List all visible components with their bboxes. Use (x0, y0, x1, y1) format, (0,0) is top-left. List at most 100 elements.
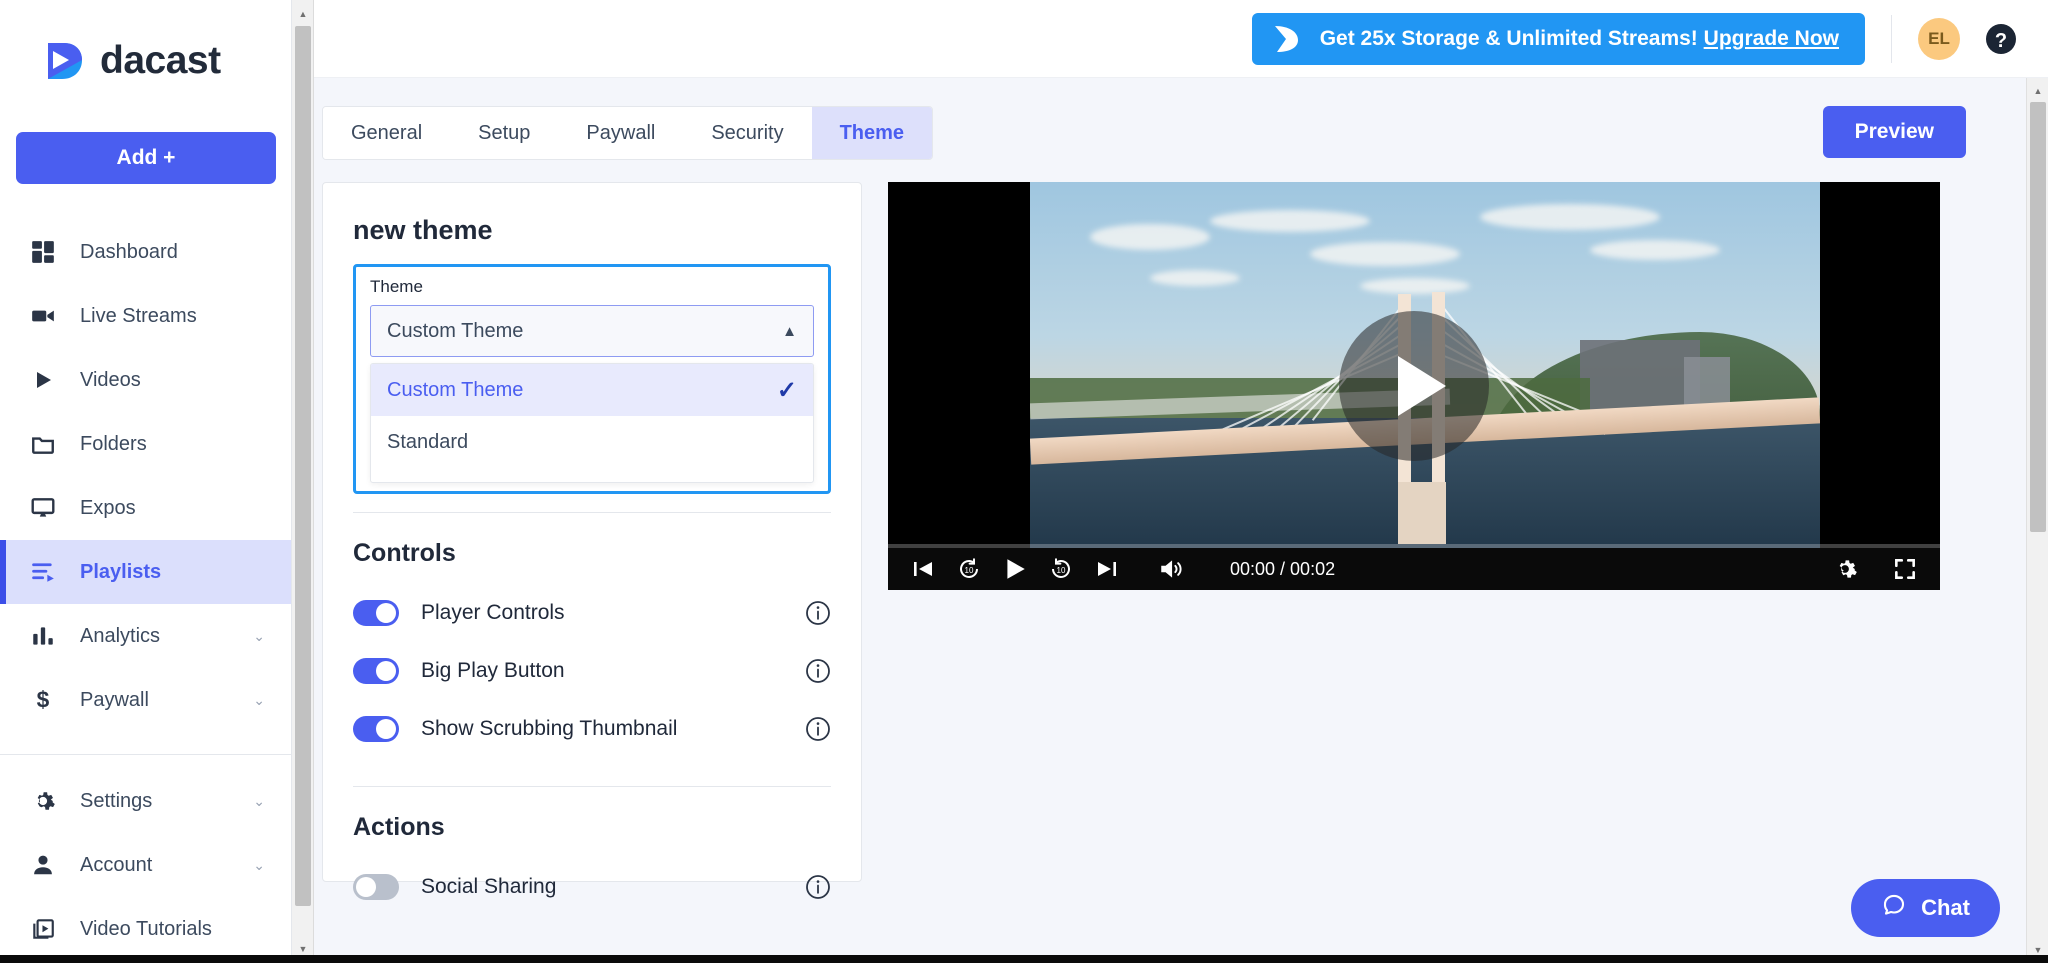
tab-security[interactable]: Security (683, 107, 811, 159)
playlist-icon (28, 557, 58, 587)
cloud (1210, 210, 1370, 232)
sidebar-item-label: Playlists (80, 561, 161, 584)
theme-option-custom-theme[interactable]: Custom Theme ✓ (371, 364, 813, 416)
question-mark-icon[interactable]: ? (1984, 22, 2018, 56)
sidebar-item-paywall[interactable]: $ Paywall ⌄ (0, 668, 291, 732)
sidebar-item-folders[interactable]: Folders (0, 412, 291, 476)
upgrade-banner-text: Get 25x Storage & Unlimited Streams! Upg… (1320, 27, 1839, 51)
info-icon[interactable] (805, 716, 831, 742)
theme-select-value: Custom Theme (387, 320, 523, 343)
player-controls-toggle[interactable] (353, 600, 399, 626)
brand-logo[interactable]: dacast (42, 38, 291, 84)
preview-button[interactable]: Preview (1823, 106, 1966, 158)
fullscreen-icon[interactable] (1892, 556, 1918, 582)
theme-select-group: Theme Custom Theme ▲ Custom Theme ✓ Stan (353, 264, 831, 494)
gear-icon[interactable] (1832, 556, 1858, 582)
tab-bar: General Setup Paywall Security Theme (322, 106, 933, 160)
logo-wrap: dacast (0, 0, 291, 128)
chat-bubble-icon (1881, 892, 1907, 924)
chat-widget-button[interactable]: Chat (1851, 879, 2000, 937)
cloud (1310, 242, 1460, 266)
sidebar-item-account[interactable]: Account ⌄ (0, 833, 291, 897)
toggle-knob (376, 603, 396, 623)
upgrade-now-link[interactable]: Upgrade Now (1704, 27, 1839, 50)
tab-theme[interactable]: Theme (812, 107, 932, 159)
sidebar-item-analytics[interactable]: Analytics ⌄ (0, 604, 291, 668)
scrollbar-thumb[interactable] (2030, 102, 2046, 532)
dacast-mark-icon (1270, 22, 1304, 56)
info-icon[interactable] (805, 658, 831, 684)
setting-label: Social Sharing (421, 875, 556, 899)
sidebar-item-dashboard[interactable]: Dashboard (0, 220, 291, 284)
cloud (1090, 224, 1210, 250)
previous-icon[interactable] (910, 556, 936, 582)
chevron-down-icon: ⌄ (253, 793, 265, 810)
svg-text:?: ? (1995, 30, 2007, 52)
play-icon[interactable] (1002, 556, 1028, 582)
sidebar-item-settings[interactable]: Settings ⌄ (0, 769, 291, 833)
play-triangle (1398, 356, 1446, 416)
video-player[interactable]: 10 10 (888, 182, 1940, 590)
upgrade-banner[interactable]: Get 25x Storage & Unlimited Streams! Upg… (1252, 13, 1865, 65)
rewind-10-icon[interactable]: 10 (956, 556, 982, 582)
monitor-icon (28, 493, 58, 523)
bridge-pier (1398, 482, 1446, 544)
page-title: new theme (353, 215, 831, 246)
toggle-knob (376, 661, 396, 681)
big-play-button-icon[interactable] (1339, 311, 1489, 461)
avatar[interactable]: EL (1918, 18, 1960, 60)
setting-row-big-play-button: Big Play Button (353, 642, 831, 700)
theme-select-label: Theme (370, 277, 814, 297)
section-divider (353, 786, 831, 787)
big-play-button-toggle[interactable] (353, 658, 399, 684)
topbar: Get 25x Storage & Unlimited Streams! Upg… (292, 0, 2048, 78)
dacast-logo-icon (42, 38, 88, 84)
content-scrollbar[interactable]: ▲ ▼ (2026, 78, 2048, 963)
sidebar-nav: Dashboard Live Streams Videos Folders (0, 220, 291, 961)
sidebar-item-playlists[interactable]: Playlists (0, 540, 291, 604)
sidebar-item-label: Settings (80, 790, 152, 813)
actions-section-title: Actions (353, 813, 831, 842)
video-camera-icon (28, 301, 58, 331)
sidebar-item-video-tutorials[interactable]: Video Tutorials (0, 897, 291, 961)
scroll-up-arrow-icon[interactable]: ▲ (2027, 80, 2048, 102)
sidebar-item-label: Video Tutorials (80, 918, 212, 941)
sidebar-item-label: Paywall (80, 689, 149, 712)
toggle-knob (356, 877, 376, 897)
tab-setup[interactable]: Setup (450, 107, 558, 159)
bar-chart-icon (28, 621, 58, 651)
app-root: dacast Add + Dashboard Live Streams (0, 0, 2048, 963)
tab-paywall[interactable]: Paywall (558, 107, 683, 159)
volume-icon[interactable] (1158, 556, 1184, 582)
info-icon[interactable] (805, 600, 831, 626)
sidebar-item-label: Account (80, 854, 152, 877)
check-icon: ✓ (777, 376, 797, 405)
toggle-knob (376, 719, 396, 739)
player-control-bar: 10 10 (888, 548, 1940, 590)
cloud (1590, 240, 1720, 260)
scroll-up-arrow-icon[interactable]: ▲ (292, 2, 314, 26)
option-label: Standard (387, 431, 468, 454)
video-tutorial-icon (28, 914, 58, 944)
tabs-row: General Setup Paywall Security Theme Pre… (292, 78, 2026, 160)
sidebar-item-label: Expos (80, 497, 136, 520)
social-sharing-toggle[interactable] (353, 874, 399, 900)
show-scrubbing-thumbnail-toggle[interactable] (353, 716, 399, 742)
sidebar-item-label: Analytics (80, 625, 160, 648)
tab-general[interactable]: General (323, 107, 450, 159)
sidebar: dacast Add + Dashboard Live Streams (0, 0, 292, 963)
theme-option-standard[interactable]: Standard (371, 416, 813, 468)
sidebar-item-videos[interactable]: Videos (0, 348, 291, 412)
next-icon[interactable] (1094, 556, 1120, 582)
sidebar-item-label: Videos (80, 369, 141, 392)
add-button[interactable]: Add + (16, 132, 276, 184)
theme-select[interactable]: Custom Theme ▲ (370, 305, 814, 357)
sidebar-scrollbar[interactable]: ▲ ▼ (292, 0, 314, 963)
sidebar-item-label: Live Streams (80, 305, 197, 328)
scrollbar-thumb[interactable] (295, 26, 311, 906)
info-icon[interactable] (805, 874, 831, 900)
sidebar-item-live-streams[interactable]: Live Streams (0, 284, 291, 348)
chevron-down-icon: ⌄ (253, 857, 265, 874)
forward-10-icon[interactable]: 10 (1048, 556, 1074, 582)
sidebar-item-expos[interactable]: Expos (0, 476, 291, 540)
